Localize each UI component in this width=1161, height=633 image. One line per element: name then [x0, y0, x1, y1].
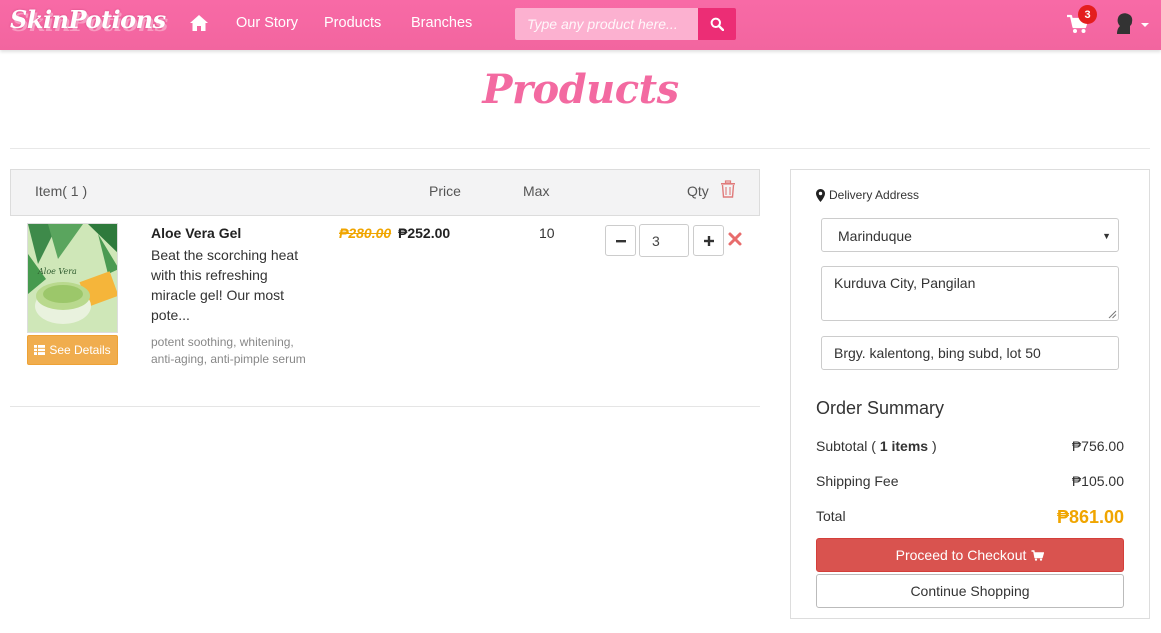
cart-icon [1031, 549, 1045, 561]
continue-shopping-button[interactable]: Continue Shopping [816, 574, 1124, 608]
table-icon [34, 345, 46, 355]
qty-increase-button[interactable] [693, 225, 724, 256]
delivery-address-label: Delivery Address [816, 188, 919, 202]
cart-table-header: Item( 1 ) Price Max Qty [10, 169, 760, 216]
remove-item-icon[interactable] [727, 231, 743, 247]
row-divider [10, 406, 760, 407]
item-old-price: ₱280.00 [339, 225, 392, 241]
qty-decrease-button[interactable] [605, 225, 636, 256]
subtotal-prefix: Subtotal ( [816, 438, 880, 454]
header-price: Price [429, 183, 461, 199]
resize-grip-icon[interactable] [1107, 309, 1117, 319]
qty-input[interactable] [639, 224, 689, 257]
see-details-label: See Details [49, 343, 111, 357]
delivery-address-text: Delivery Address [829, 188, 920, 202]
home-icon[interactable] [189, 14, 209, 32]
nav-link-our-story[interactable]: Our Story [236, 15, 298, 31]
address-textarea[interactable]: Kurduva City, Pangilan [821, 266, 1119, 321]
proceed-to-checkout-button[interactable]: Proceed to Checkout [816, 538, 1124, 572]
product-image[interactable]: Aloe Vera [27, 223, 118, 333]
province-select[interactable]: Marinduque ▼ [821, 218, 1119, 252]
nav-link-branches[interactable]: Branches [411, 15, 472, 31]
header-max: Max [523, 183, 550, 199]
total-value: ₱861.00 [1056, 507, 1124, 527]
chevron-down-icon: ▼ [1102, 231, 1111, 241]
subtotal-items: 1 items [879, 438, 929, 454]
item-tags: potent soothing, whitening, anti-aging, … [151, 335, 306, 366]
header-item: Item( 1 ) [35, 183, 88, 199]
plus-icon [703, 235, 714, 246]
checkout-label: Proceed to Checkout [895, 547, 1027, 563]
chevron-down-icon [1141, 23, 1149, 27]
order-summary-title: Order Summary [816, 398, 945, 418]
item-price: ₱252.00 [398, 225, 451, 241]
subtotal-label: Subtotal ( 1 items ) [816, 438, 937, 454]
top-navbar: SkinPotions Our Story Products Branches … [0, 0, 1161, 50]
shipping-label: Shipping Fee [816, 473, 899, 489]
cart-count-badge: 3 [1078, 5, 1097, 24]
minus-icon [615, 239, 626, 242]
subtotal-suffix: ) [928, 438, 937, 454]
user-menu-icon[interactable] [1115, 12, 1151, 36]
subtotal-value: ₱756.00 [1071, 438, 1124, 454]
header-qty: Qty [687, 183, 709, 199]
trash-icon[interactable] [720, 180, 736, 198]
see-details-button[interactable]: See Details [27, 335, 118, 365]
total-label: Total [816, 508, 846, 524]
item-description: Beat the scorching heat with this refres… [151, 247, 299, 323]
product-image-label: Aloe Vera [37, 267, 77, 276]
item-name[interactable]: Aloe Vera Gel [151, 225, 241, 241]
shipping-value: ₱105.00 [1071, 473, 1124, 489]
province-selected-value: Marinduque [838, 228, 912, 244]
search-input[interactable] [515, 8, 698, 40]
brand-logo[interactable]: SkinPotions [10, 5, 166, 34]
search-icon [710, 17, 724, 31]
search-button[interactable] [698, 8, 736, 40]
page-title: Products [482, 66, 679, 113]
map-marker-icon [816, 188, 825, 202]
item-max: 10 [539, 225, 555, 241]
title-divider [10, 148, 1150, 149]
address-detail-input[interactable] [821, 336, 1119, 370]
nav-link-products[interactable]: Products [324, 15, 381, 31]
